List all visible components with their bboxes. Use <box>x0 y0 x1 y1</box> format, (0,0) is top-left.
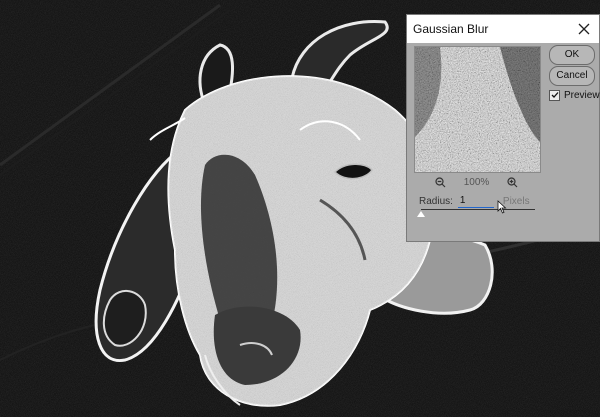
radius-input[interactable] <box>457 194 494 208</box>
radius-label: Radius: <box>419 195 453 207</box>
cancel-button[interactable]: Cancel <box>549 66 595 86</box>
close-icon <box>578 23 590 35</box>
radius-slider-thumb[interactable] <box>417 211 425 217</box>
radius-row: Radius: Pixels <box>419 193 530 209</box>
dialog-title: Gaussian Blur <box>413 22 489 36</box>
zoom-in-icon <box>507 176 518 187</box>
preview-thumbnail[interactable] <box>414 46 541 173</box>
zoom-level: 100% <box>463 176 490 188</box>
zoom-out-button[interactable] <box>434 175 448 189</box>
zoom-in-button[interactable] <box>505 175 519 189</box>
mouse-cursor-icon <box>497 200 507 214</box>
ok-button[interactable]: OK <box>549 45 595 65</box>
gaussian-blur-dialog: Gaussian Blur 100% OK Cancel Preview Rad… <box>406 14 600 242</box>
checkmark-icon <box>551 92 558 98</box>
preview-toggle[interactable]: Preview <box>549 88 600 102</box>
radius-slider-track[interactable] <box>421 209 535 210</box>
zoom-out-icon <box>435 176 446 187</box>
dialog-titlebar[interactable]: Gaussian Blur <box>407 15 599 43</box>
zoom-controls: 100% <box>414 175 539 189</box>
preview-checkbox[interactable] <box>549 89 560 101</box>
preview-image <box>415 47 540 172</box>
close-button[interactable] <box>573 18 595 40</box>
preview-label: Preview <box>564 89 600 101</box>
